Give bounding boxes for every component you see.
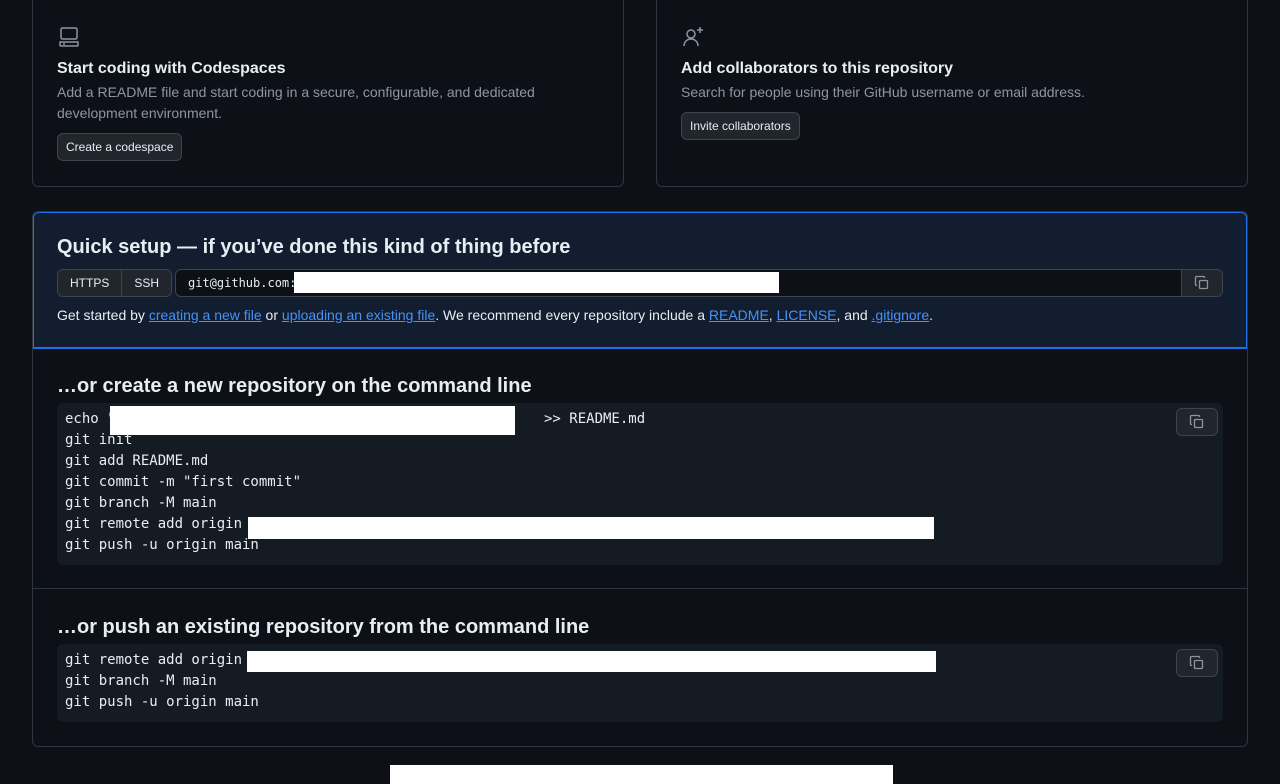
collaborators-card: Add collaborators to this repository Sea… xyxy=(656,0,1248,187)
copy-icon xyxy=(1194,275,1209,290)
redacted-url xyxy=(248,517,934,539)
copy-new-repo-button[interactable] xyxy=(1176,408,1218,436)
setup-box: Quick setup — if you’ve done this kind o… xyxy=(32,211,1248,747)
clone-url-input[interactable]: git@github.com: xyxy=(175,269,1223,297)
quick-setup-title: Quick setup — if you’ve done this kind o… xyxy=(57,236,571,258)
get-started-t3: . We recommend every repository include … xyxy=(435,307,709,323)
gitignore-link[interactable]: .gitignore xyxy=(872,307,930,323)
codespaces-card: Start coding with Codespaces Add a READM… xyxy=(32,0,624,187)
code-line: echo " xyxy=(65,411,116,427)
copy-url-button[interactable] xyxy=(1181,270,1222,296)
codespaces-description: Add a README file and start coding in a … xyxy=(57,84,535,121)
copy-push-existing-button[interactable] xyxy=(1176,649,1218,677)
collaborators-title: Add collaborators to this repository xyxy=(681,60,954,77)
invite-collaborators-button[interactable]: Invite collaborators xyxy=(681,112,800,140)
code-line: git commit -m "first commit" xyxy=(65,474,302,490)
person-add-icon xyxy=(683,27,703,47)
push-existing-code-block: git remote add origin git branch -M main… xyxy=(57,644,1223,722)
license-link[interactable]: LICENSE xyxy=(777,307,837,323)
copy-icon xyxy=(1189,655,1204,670)
push-existing-title: …or push an existing repository from the… xyxy=(57,616,590,638)
protocol-toggle: HTTPS SSH xyxy=(57,269,173,297)
push-existing-section: …or push an existing repository from the… xyxy=(33,589,1247,746)
upload-file-link[interactable]: uploading an existing file xyxy=(282,307,435,323)
get-started-t2: or xyxy=(261,307,282,323)
redacted-text xyxy=(110,406,515,435)
new-repo-title: …or create a new repository on the comma… xyxy=(57,375,532,397)
https-button[interactable]: HTTPS xyxy=(58,270,122,296)
code-line: git remote add origin xyxy=(65,516,251,532)
codespaces-title: Start coding with Codespaces xyxy=(57,60,286,77)
code-line: git add README.md xyxy=(65,453,209,469)
get-started-t4: , xyxy=(768,307,777,323)
ssh-button[interactable]: SSH xyxy=(121,270,172,296)
copy-icon xyxy=(1189,414,1204,429)
create-new-file-link[interactable]: creating a new file xyxy=(149,307,262,323)
code-line: git push -u origin main xyxy=(65,537,259,553)
new-repo-section: …or create a new repository on the comma… xyxy=(33,348,1247,589)
code-line: git push -u origin main xyxy=(65,694,259,710)
code-line-suffix: >> README.md xyxy=(544,411,646,427)
collaborators-description: Search for people using their GitHub use… xyxy=(681,84,1085,100)
codespaces-icon xyxy=(59,27,79,47)
new-repo-code-block: echo " >> README.md git init git add REA… xyxy=(57,403,1223,565)
create-codespace-button[interactable]: Create a codespace xyxy=(57,133,183,161)
clone-url-text: git@github.com: xyxy=(188,276,297,290)
code-line: git branch -M main xyxy=(65,673,217,689)
code-line: git branch -M main xyxy=(65,495,217,511)
get-started-t5: , and xyxy=(836,307,872,323)
quick-setup-section: Quick setup — if you’ve done this kind o… xyxy=(33,212,1247,348)
get-started-t6: . xyxy=(929,307,934,323)
code-line: git init xyxy=(65,432,133,448)
redacted-content xyxy=(390,765,893,784)
readme-link[interactable]: README xyxy=(709,307,769,323)
get-started-text: Get started by creating a new file or up… xyxy=(57,305,933,326)
redacted-url xyxy=(247,651,936,672)
get-started-t1: Get started by xyxy=(57,307,149,323)
code-line: git remote add origin xyxy=(65,652,251,668)
redacted-url xyxy=(294,272,779,293)
